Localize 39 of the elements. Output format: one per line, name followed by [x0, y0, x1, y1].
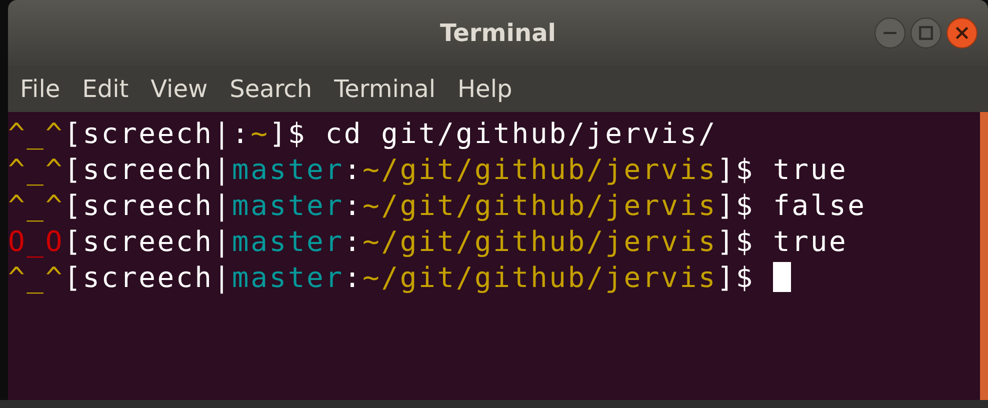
branch-name: master	[232, 224, 344, 258]
terminal-text: [screech|	[64, 152, 232, 186]
menu-item[interactable]: Help	[458, 75, 512, 103]
terminal-text: :	[344, 188, 363, 222]
directory-path: ~	[250, 116, 270, 150]
menu-item[interactable]: View	[150, 75, 208, 103]
status-face: ^_^	[8, 260, 64, 294]
menu-item[interactable]: File	[20, 75, 60, 103]
terminal-text: ]$	[717, 260, 756, 294]
branch-name: master	[232, 260, 344, 294]
terminal-text: [screech|	[64, 188, 232, 222]
terminal-text: [screech|	[64, 260, 232, 294]
terminal-text: ]$ true	[717, 152, 848, 186]
maximize-icon[interactable]	[910, 17, 942, 49]
terminal-text: ]$ false	[717, 188, 866, 222]
status-face: ^_^	[8, 152, 64, 186]
branch-name: master	[232, 152, 344, 186]
terminal-text: ]$ cd git/github/jervis/	[269, 116, 718, 150]
directory-path: ~/git/github/jervis	[362, 224, 718, 258]
status-face: ^_^	[8, 116, 64, 150]
terminal-text: :	[344, 224, 363, 258]
status-face: O_O	[8, 224, 64, 258]
directory-path: ~/git/github/jervis	[362, 188, 718, 222]
terminal-text: [screech|	[64, 224, 232, 258]
menu-item[interactable]: Search	[230, 75, 312, 103]
status-face: ^_^	[8, 188, 64, 222]
terminal-text: [screech|:	[64, 116, 251, 150]
menu-item[interactable]: Terminal	[334, 75, 436, 103]
terminal-text: :	[344, 152, 363, 186]
menu-item[interactable]: Edit	[82, 75, 129, 103]
minimize-icon[interactable]	[874, 17, 906, 49]
directory-path: ~/git/github/jervis	[362, 260, 718, 294]
branch-name: master	[232, 188, 344, 222]
terminal-text: ]$ true	[717, 224, 848, 258]
window-title: Terminal	[440, 19, 556, 47]
directory-path: ~/git/github/jervis	[362, 152, 718, 186]
close-icon[interactable]	[946, 17, 978, 49]
terminal-text: :	[344, 260, 363, 294]
scrollbar[interactable]	[980, 112, 988, 400]
